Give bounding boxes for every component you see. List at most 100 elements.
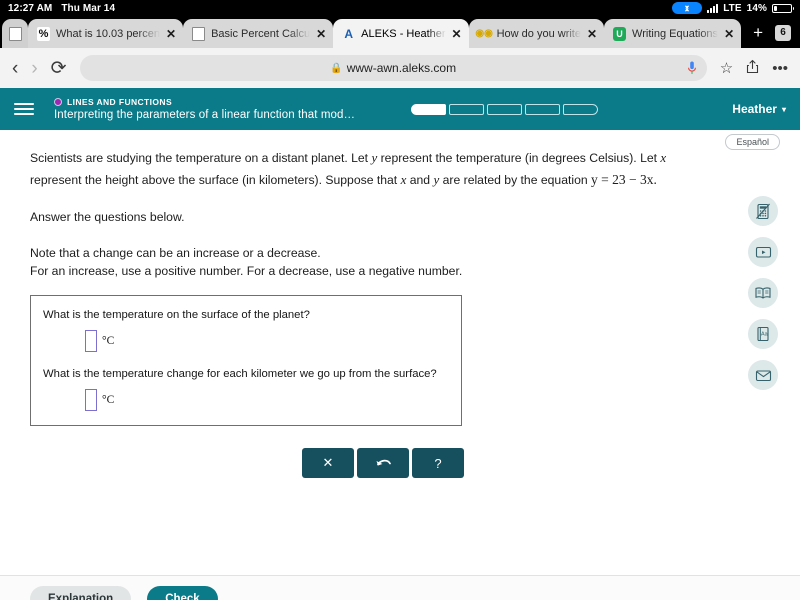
question-2-text: What is the temperature change for each … [43, 368, 437, 381]
answer-row-1: °C [85, 330, 449, 353]
main-content: Español Scientists are studying the temp… [0, 130, 800, 575]
svg-text:Aa: Aa [761, 332, 768, 338]
url-text: www-awn.aleks.com [346, 61, 457, 75]
reload-button[interactable]: ⟳ [51, 59, 67, 78]
progress-segment-1 [411, 103, 447, 115]
browser-tab-active-aleks[interactable]: A ALEKS - Heather ✕ [333, 19, 469, 48]
tab-count-badge[interactable]: 6 [775, 24, 792, 41]
note-line-2: For an increase, use a positive number. … [30, 264, 463, 279]
problem-statement: Scientists are studying the temperature … [30, 148, 685, 191]
new-tab-button[interactable]: + [753, 24, 763, 41]
chevron-down-icon: ▾ [781, 104, 786, 114]
problem-text-4: and [406, 172, 434, 187]
tab-close-icon[interactable]: ✕ [724, 28, 734, 40]
clear-button[interactable]: ✕ [302, 448, 354, 479]
microphone-icon[interactable] [687, 61, 697, 76]
message-envelope-icon[interactable] [748, 360, 778, 390]
help-button[interactable]: ? [412, 448, 464, 479]
browser-tab-2[interactable]: Basic Percent Calcu ✕ [183, 19, 334, 48]
progress-segment-3 [487, 103, 523, 115]
video-player-icon[interactable] [748, 237, 778, 267]
browser-tab-title: What is 10.03 percent [56, 27, 160, 40]
tool-rail: Aa [748, 196, 778, 390]
topic-status-dot-icon [54, 98, 62, 106]
question-1-text: What is the temperature on the surface o… [43, 309, 310, 322]
linear-equation: y = 23 − 3x. [591, 171, 657, 187]
problem-text-1: Scientists are studying the temperature … [30, 151, 372, 165]
status-bar-right: LTE 14% [672, 2, 794, 14]
browser-tab-strip: % What is 10.03 percent ✕ Basic Percent … [0, 16, 800, 48]
owl-icon: ◉◉ [475, 28, 493, 39]
tab-close-icon[interactable]: ✕ [452, 28, 462, 40]
browser-tab-title: How do you write [496, 27, 581, 40]
lock-icon: 🔒 [330, 62, 343, 74]
problem-text-3: represent the height above the surface (… [30, 172, 401, 187]
topic-category-line: LINES AND FUNCTIONS [54, 97, 355, 107]
document-icon [8, 26, 22, 41]
browser-tab-1[interactable]: % What is 10.03 percent ✕ [28, 19, 184, 48]
more-options-icon[interactable]: ••• [772, 61, 788, 76]
green-app-icon: U [613, 26, 627, 41]
percent-icon: % [37, 26, 50, 41]
screen-record-icon[interactable] [672, 2, 703, 14]
tab-strip-controls: + 6 [741, 24, 800, 48]
user-name-label: Heather [732, 102, 777, 116]
note-line-1: Note that a change can be an increase or… [30, 245, 321, 260]
document-icon [192, 26, 206, 41]
status-bar-time: 12:27 AM [8, 2, 53, 14]
browser-tab-title: ALEKS - Heather [361, 27, 446, 40]
header-title-block: LINES AND FUNCTIONS Interpreting the par… [54, 97, 355, 121]
battery-icon [772, 3, 794, 13]
unit-label-2: °C [102, 394, 115, 407]
battery-percent-label: 14% [746, 2, 767, 14]
reference-book-icon[interactable] [748, 278, 778, 308]
topic-category-label: LINES AND FUNCTIONS [67, 97, 173, 107]
undo-button[interactable] [357, 448, 409, 479]
aleks-icon: A [344, 26, 353, 41]
hamburger-menu-icon[interactable] [14, 103, 34, 115]
browser-tab-0[interactable] [2, 19, 28, 48]
tab-close-icon[interactable]: ✕ [166, 28, 176, 40]
answer-input-1[interactable] [85, 330, 97, 353]
answer-input-2[interactable] [85, 389, 97, 412]
browser-tab-title: Basic Percent Calcu [211, 27, 311, 40]
progress-segment-5 [563, 103, 599, 115]
instruction-text: Answer the questions below. [30, 209, 185, 224]
share-icon[interactable] [746, 59, 759, 77]
check-button[interactable]: Check [147, 585, 218, 600]
note-block: Note that a change can be an increase or… [30, 244, 770, 282]
progress-segment-4 [525, 103, 561, 115]
progress-segment-2 [449, 103, 485, 115]
back-button[interactable]: ‹ [12, 59, 18, 78]
status-bar-date: Thu Mar 14 [61, 2, 116, 14]
dictionary-icon[interactable]: Aa [748, 319, 778, 349]
progress-bar [411, 103, 599, 115]
browser-tab-5[interactable]: U Writing Equations ✕ [604, 19, 742, 48]
answer-toolbar: ✕ ? [302, 448, 770, 479]
question-box: What is the temperature on the surface o… [30, 295, 462, 427]
espanol-language-button[interactable]: Español [725, 134, 780, 150]
cellular-signal-icon [707, 3, 719, 13]
browser-address-bar: ‹ › ⟳ 🔒 www-awn.aleks.com ☆ ••• [0, 48, 800, 88]
status-bar-left: 12:27 AM Thu Mar 14 [8, 3, 115, 14]
unit-label-1: °C [102, 335, 115, 348]
variable-x: x [660, 150, 667, 165]
browser-tab-4[interactable]: ◉◉ How do you write ✕ [468, 19, 605, 48]
lesson-title: Interpreting the parameters of a linear … [54, 109, 356, 121]
problem-text-2: represent the temperature (in degrees Ce… [377, 151, 661, 165]
network-type-label: LTE [723, 2, 742, 14]
ios-status-bar: 12:27 AM Thu Mar 14 LTE 14% [0, 0, 800, 16]
bottom-action-bar: Explanation Check [0, 575, 800, 600]
problem-text-5: are related by the equation [439, 172, 592, 187]
forward-button[interactable]: › [31, 59, 37, 78]
tab-close-icon[interactable]: ✕ [316, 28, 326, 40]
url-input[interactable]: 🔒 www-awn.aleks.com [79, 55, 707, 81]
aleks-app-header: LINES AND FUNCTIONS Interpreting the par… [0, 88, 800, 148]
tab-close-icon[interactable]: ✕ [587, 28, 597, 40]
answer-row-2: °C [85, 389, 449, 412]
calculator-disabled-icon[interactable] [748, 196, 778, 226]
user-menu-button[interactable]: Heather ▾ [732, 102, 786, 116]
bookmark-star-icon[interactable]: ☆ [720, 61, 733, 76]
browser-tab-title: Writing Equations [632, 27, 719, 40]
explanation-button[interactable]: Explanation [30, 585, 132, 600]
